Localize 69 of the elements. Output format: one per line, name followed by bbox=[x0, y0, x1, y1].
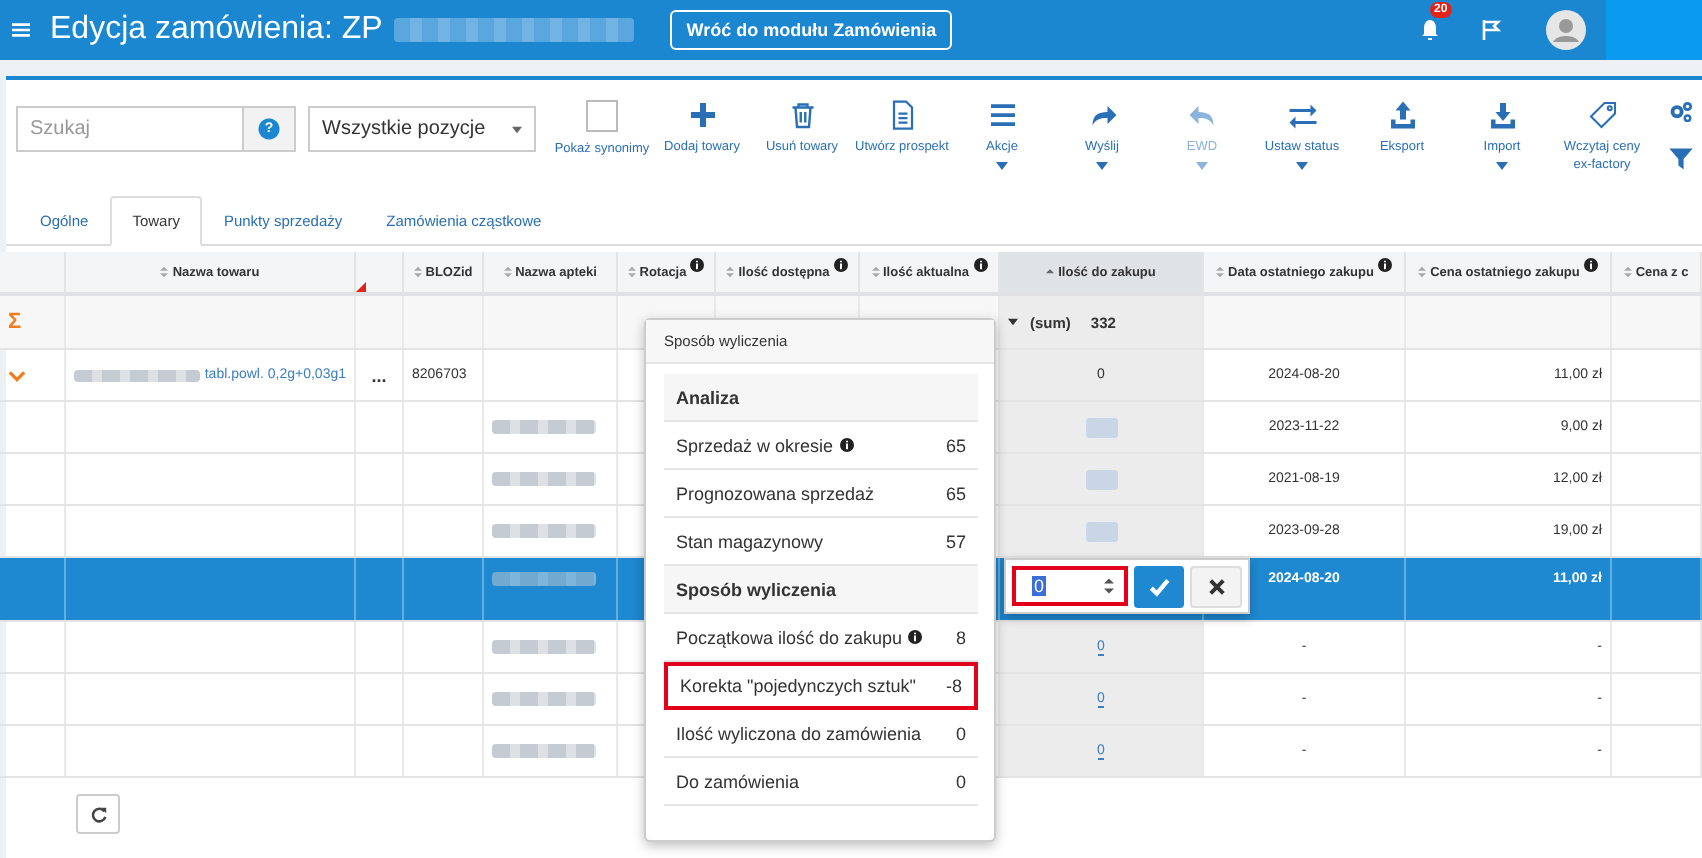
redacted-text bbox=[492, 692, 596, 706]
menu-icon bbox=[987, 100, 1017, 130]
corner-marker-icon bbox=[356, 282, 366, 292]
add-icon bbox=[687, 100, 717, 130]
redacted-text bbox=[492, 420, 596, 434]
info-icon bbox=[973, 258, 987, 272]
quantity-input[interactable]: 0 bbox=[1012, 566, 1128, 606]
info-icon bbox=[833, 258, 848, 272]
redacted-text bbox=[74, 369, 201, 381]
window-title: Edycja zamówienia: ZP bbox=[50, 12, 383, 48]
sort-icon bbox=[627, 266, 636, 278]
redacted-text bbox=[492, 472, 596, 486]
caret-icon bbox=[1196, 162, 1208, 171]
swap-icon bbox=[1287, 100, 1317, 130]
cancel-button[interactable] bbox=[1190, 565, 1242, 607]
tag-icon bbox=[1587, 100, 1617, 130]
sort-icon bbox=[413, 266, 422, 278]
sort-icon bbox=[871, 266, 879, 278]
redacted-text bbox=[1085, 521, 1117, 541]
caret-icon bbox=[1496, 162, 1508, 171]
sort-icon bbox=[1418, 266, 1427, 278]
redacted-text bbox=[1085, 417, 1117, 437]
sort-ascending-icon bbox=[1046, 266, 1055, 278]
caret-icon bbox=[1296, 162, 1308, 171]
chevron-icon[interactable] bbox=[8, 369, 26, 381]
sort-icon bbox=[503, 266, 512, 278]
popup-row: Sposób wyliczenia bbox=[664, 566, 978, 614]
redacted-text bbox=[492, 572, 596, 586]
delete-icon bbox=[787, 100, 817, 130]
redacted-text bbox=[492, 524, 596, 538]
popup-row: Analiza bbox=[664, 374, 978, 422]
sort-icon bbox=[160, 266, 169, 278]
info-icon bbox=[1377, 258, 1392, 272]
info-icon[interactable] bbox=[908, 630, 923, 644]
info-icon[interactable] bbox=[839, 438, 854, 452]
flag-icon[interactable] bbox=[1482, 20, 1502, 40]
sort-icon bbox=[1623, 266, 1632, 278]
caret-icon[interactable] bbox=[1008, 318, 1018, 326]
more-button[interactable]: ... bbox=[371, 365, 387, 385]
filter-dropdown[interactable]: Wszystkie pozycje bbox=[308, 106, 536, 152]
refresh-icon bbox=[89, 805, 107, 823]
sum-icon: Σ bbox=[8, 310, 22, 334]
settings-icon[interactable] bbox=[1668, 100, 1694, 126]
redacted-text bbox=[492, 744, 596, 758]
filter-icon[interactable] bbox=[1668, 146, 1694, 172]
redacted-text bbox=[492, 640, 596, 654]
close-icon bbox=[1207, 577, 1226, 595]
confirm-button[interactable] bbox=[1133, 565, 1185, 607]
caret-icon bbox=[1096, 162, 1108, 171]
undo-icon bbox=[1187, 100, 1217, 130]
avatar-icon[interactable] bbox=[1546, 10, 1586, 50]
refresh-button[interactable] bbox=[76, 794, 120, 834]
highlighted-row: Korekta "pojedynczych sztuk" -8 bbox=[664, 662, 978, 710]
caret-icon bbox=[996, 162, 1008, 171]
document-icon bbox=[887, 100, 917, 130]
check-icon bbox=[1147, 575, 1170, 597]
upload-icon bbox=[1387, 100, 1417, 130]
redacted-text bbox=[1085, 469, 1117, 489]
info-icon bbox=[690, 258, 705, 272]
back-button[interactable]: Wróć do modułu Zamówienia bbox=[670, 10, 953, 50]
sort-icon bbox=[726, 266, 735, 278]
spinner-icon[interactable] bbox=[1103, 578, 1114, 594]
download-icon bbox=[1487, 100, 1517, 130]
sort-icon bbox=[1216, 266, 1225, 278]
bell-icon[interactable] bbox=[1418, 18, 1442, 42]
info-icon bbox=[1583, 258, 1598, 272]
caret-icon bbox=[512, 125, 522, 133]
menu-icon[interactable] bbox=[12, 22, 30, 38]
synonyms-checkbox[interactable] bbox=[586, 100, 618, 132]
